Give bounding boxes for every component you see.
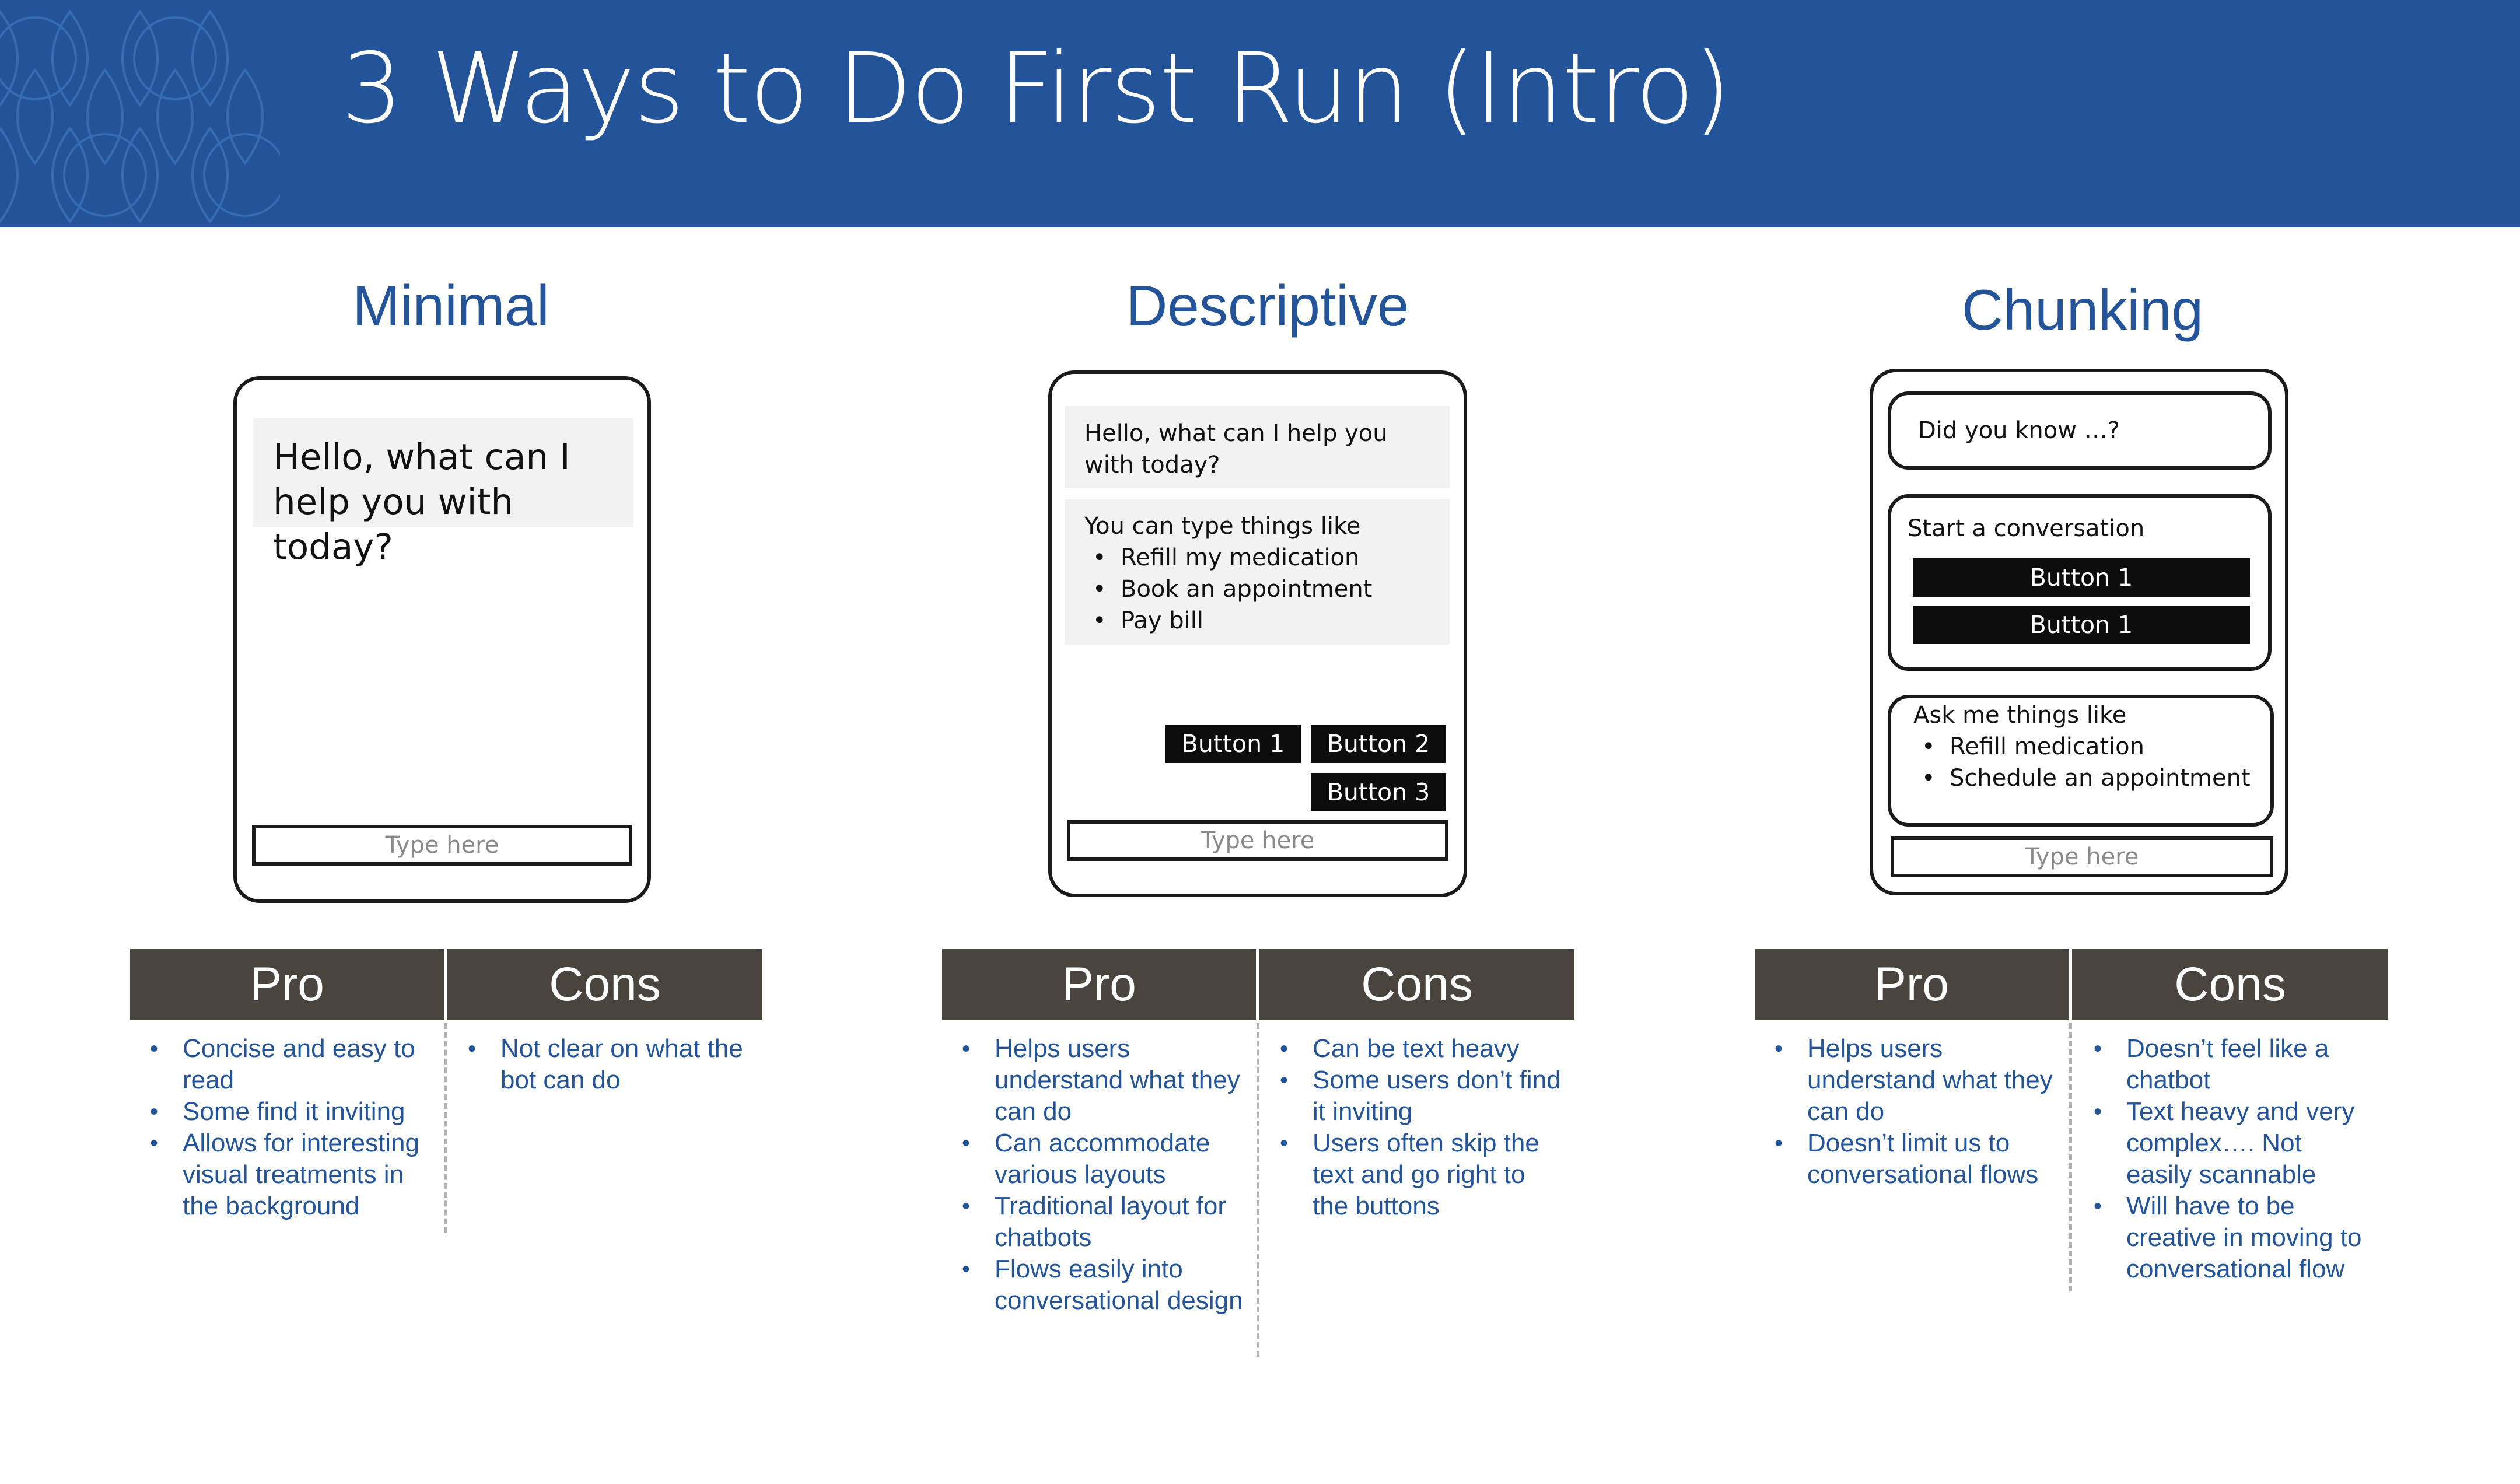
minimal-title: Minimal [352, 274, 550, 338]
minimal-table-divider [444, 1023, 447, 1233]
header-banner: 3 Ways to Do First Run (Intro) [0, 0, 2520, 228]
descriptive-table-divider [1256, 1023, 1259, 1357]
chunking-pros-list: Helps users understand what they can do … [1772, 1033, 2064, 1191]
minimal-pros-list: Concise and easy to read Some find it in… [148, 1033, 439, 1222]
descriptive-button-1[interactable]: Button 1 [1166, 724, 1301, 763]
list-item: Flows easily into conversational design [960, 1254, 1251, 1317]
list-item: Helps users understand what they can do [960, 1033, 1251, 1128]
list-item: Some find it inviting [148, 1096, 439, 1128]
list-item: Not clear on what the bot can do [466, 1033, 746, 1096]
descriptive-pros-list: Helps users understand what they can do … [960, 1033, 1251, 1317]
list-item: Text heavy and very complex…. Not easily… [2091, 1096, 2371, 1191]
descriptive-cons-list: Can be text heavy Some users don’t find … [1278, 1033, 1563, 1222]
chunking-cons-list: Doesn’t feel like a chatbot Text heavy a… [2091, 1033, 2371, 1285]
descriptive-title: Descriptive [1126, 274, 1409, 338]
chunking-pro-header: Pro [1755, 949, 2068, 1020]
chunking-start-card: Start a conversation Button 1 Button 1 [1888, 494, 2272, 671]
chunking-ask-intro: Ask me things like [1913, 702, 2127, 729]
descriptive-type-input[interactable] [1067, 820, 1448, 861]
list-item: Refill medication [1913, 731, 2270, 762]
chunking-table-divider [2069, 1023, 2072, 1292]
chunking-did-you-know-card: Did you know …? [1888, 391, 2272, 470]
list-item: Schedule an appointment [1913, 762, 2270, 794]
minimal-cons-list: Not clear on what the bot can do [466, 1033, 746, 1096]
chunking-ask-card: Ask me things like Refill medication Sch… [1888, 695, 2274, 827]
chunking-title: Chunking [1961, 278, 2204, 342]
decorative-pattern [0, 9, 280, 224]
descriptive-cons-header: Cons [1259, 949, 1574, 1020]
chunking-button-1[interactable]: Button 1 [1913, 558, 2250, 597]
chunking-phone-mockup: Did you know …? Start a conversation But… [1870, 369, 2288, 895]
minimal-phone-mockup: Hello, what can I help you with today? [233, 376, 651, 903]
list-item: Will have to be creative in moving to co… [2091, 1191, 2371, 1285]
descriptive-pro-header: Pro [942, 949, 1256, 1020]
list-item: Some users don’t find it inviting [1278, 1065, 1563, 1128]
slide-title: 3 Ways to Do First Run (Intro) [341, 33, 1731, 145]
descriptive-hint-bubble: You can type things like Refill my medic… [1065, 499, 1450, 645]
chunking-type-input[interactable] [1891, 836, 2273, 877]
chunking-ask-list: Refill medication Schedule an appointmen… [1913, 731, 2270, 794]
list-item: Doesn’t limit us to conversational flows [1772, 1128, 2064, 1191]
chunking-start-label: Start a conversation [1908, 515, 2145, 542]
list-item: Can accommodate various layouts [960, 1128, 1251, 1191]
chunking-button-2[interactable]: Button 1 [1913, 606, 2250, 644]
minimal-pro-header: Pro [130, 949, 444, 1020]
list-item: Traditional layout for chatbots [960, 1191, 1251, 1254]
list-item: Allows for interesting visual treatments… [148, 1128, 439, 1222]
minimal-greeting-bubble: Hello, what can I help you with today? [253, 418, 634, 568]
list-item: Book an appointment [1084, 573, 1430, 605]
list-item: Refill my medication [1084, 542, 1430, 573]
descriptive-hint-list: Refill my medication Book an appointment… [1084, 542, 1430, 636]
descriptive-phone-mockup: Hello, what can I help you with today? Y… [1048, 370, 1467, 897]
list-item: Helps users understand what they can do [1772, 1033, 2064, 1128]
list-item: Pay bill [1084, 605, 1430, 636]
list-item: Doesn’t feel like a chatbot [2091, 1033, 2371, 1096]
descriptive-button-3[interactable]: Button 3 [1311, 773, 1446, 811]
list-item: Users often skip the text and go right t… [1278, 1128, 1563, 1222]
minimal-type-input[interactable] [252, 825, 632, 866]
descriptive-greeting-bubble: Hello, what can I help you with today? [1065, 406, 1450, 488]
list-item: Concise and easy to read [148, 1033, 439, 1096]
descriptive-button-2[interactable]: Button 2 [1311, 724, 1446, 763]
list-item: Can be text heavy [1278, 1033, 1563, 1065]
descriptive-hint-intro: You can type things like [1084, 513, 1361, 540]
minimal-cons-header: Cons [447, 949, 762, 1020]
chunking-cons-header: Cons [2072, 949, 2388, 1020]
